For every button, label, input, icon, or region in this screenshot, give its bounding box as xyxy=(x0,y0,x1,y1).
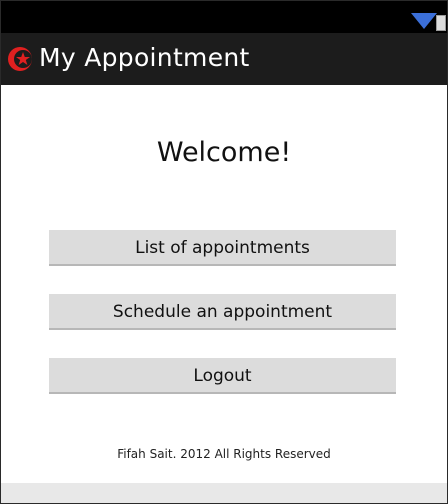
bottom-bar xyxy=(1,483,447,503)
app-title: My Appointment xyxy=(39,43,250,72)
logout-button[interactable]: Logout xyxy=(49,358,396,394)
status-bar xyxy=(1,1,447,33)
action-bar: My Appointment xyxy=(1,33,447,85)
main-content: Welcome! List of appointments Schedule a… xyxy=(1,85,447,473)
footer-copyright: Fifah Sait. 2012 All Rights Reserved xyxy=(117,447,331,461)
signal-icon xyxy=(411,13,437,29)
welcome-heading: Welcome! xyxy=(156,137,292,168)
app-logo-icon xyxy=(8,47,32,71)
battery-icon xyxy=(436,15,446,31)
schedule-appointment-button[interactable]: Schedule an appointment xyxy=(49,294,396,330)
list-appointments-button[interactable]: List of appointments xyxy=(49,230,396,266)
app-window: My Appointment Welcome! List of appointm… xyxy=(0,0,448,504)
